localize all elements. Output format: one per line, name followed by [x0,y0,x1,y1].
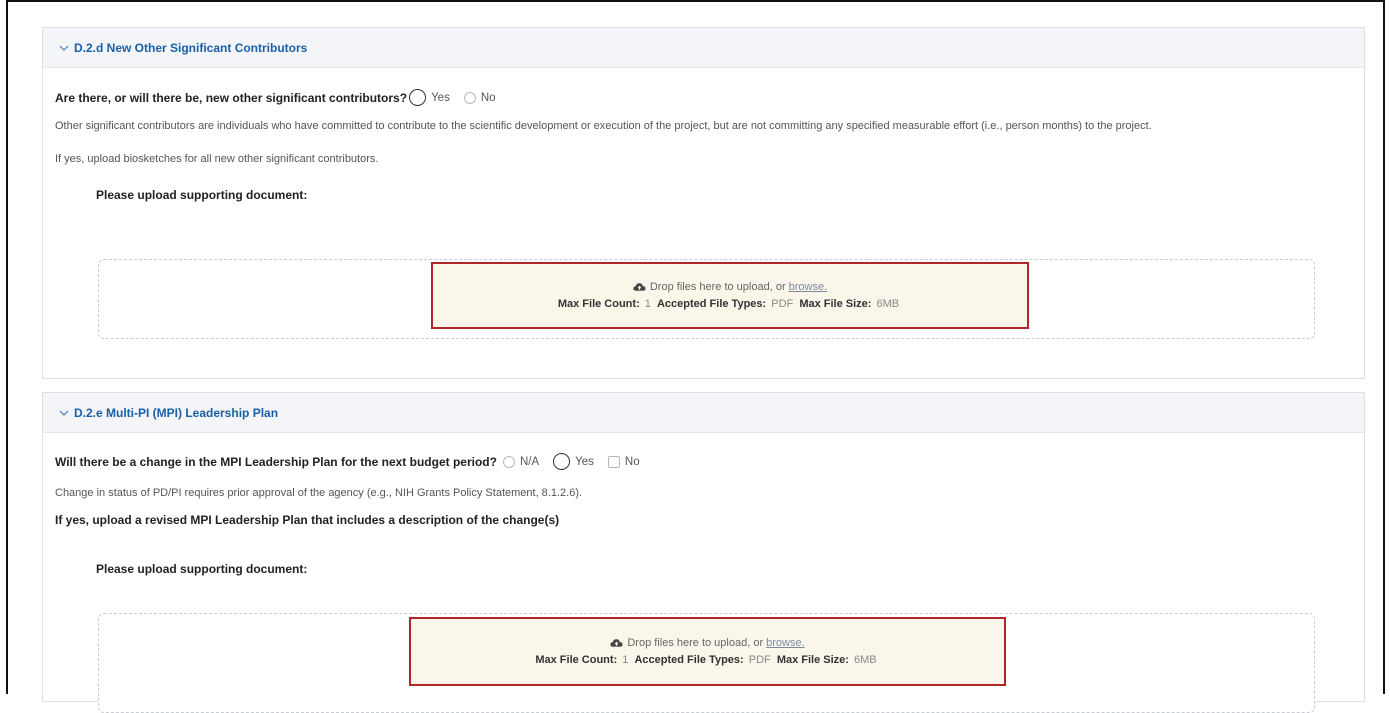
types-value: PDF [771,298,794,310]
file-dropzone[interactable]: Drop files here to upload, or browse. Ma… [98,613,1315,713]
max-count-value: 1 [644,298,651,310]
mpi-question: Will there be a change in the MPI Leader… [55,454,497,469]
radio-no-label: No [480,91,496,104]
radio-na-label: N/A [519,455,540,468]
browse-link[interactable]: browse. [766,637,805,649]
dropzone-highlight[interactable]: Drop files here to upload, or browse. Ma… [431,262,1029,329]
browse-link[interactable]: browse. [789,281,828,293]
cloud-upload-icon [610,639,623,647]
radio-circle[interactable] [409,89,427,106]
radio-circle[interactable] [553,453,571,470]
section-mpi-leadership-plan: D.2.e Multi-PI (MPI) Leadership Plan Wil… [42,392,1365,713]
section-title: D.2.e Multi-PI (MPI) Leadership Plan [74,405,279,420]
section-header-d2e[interactable]: D.2.e Multi-PI (MPI) Leadership Plan [43,393,1364,433]
radio-no[interactable]: No [463,91,496,104]
contributors-question: Are there, or will there be, new other s… [55,90,408,105]
cloud-upload-icon [633,283,646,291]
mpi-instruction: If yes, upload a revised MPI Leadership … [55,513,560,527]
max-count-label: Max File Count: [535,654,618,666]
contributors-question-row: Are there, or will there be, new other s… [55,89,1364,106]
max-count-value: 1 [622,654,629,666]
radio-na[interactable]: N/A [502,455,540,468]
contributors-instruction: If yes, upload biosketches for all new o… [55,153,379,165]
radio-yes[interactable]: Yes [553,453,594,470]
radio-yes-label: Yes [431,91,450,104]
radio-box[interactable] [607,455,620,468]
types-label: Accepted File Types: [634,654,744,666]
drop-text: Drop files here to upload, or [627,637,764,649]
radio-no-label: No [624,455,640,468]
section-new-other-significant-contributors: D.2.d New Other Significant Contributors… [42,27,1365,379]
file-dropzone[interactable]: Drop files here to upload, or browse. Ma… [98,259,1315,339]
types-label: Accepted File Types: [656,298,767,310]
mpi-question-row: Will there be a change in the MPI Leader… [55,453,1364,470]
chevron-down-icon [59,410,69,416]
size-label: Max File Size: [776,654,849,666]
size-value: 6MB [876,298,900,310]
dropzone-highlight[interactable]: Drop files here to upload, or browse. Ma… [409,617,1006,686]
drop-text: Drop files here to upload, or [649,281,786,293]
radio-yes[interactable]: Yes [409,89,450,106]
size-value: 6MB [854,654,877,666]
chevron-down-icon [59,45,69,51]
radio-circle[interactable] [502,455,515,468]
radio-yes-label: Yes [575,455,594,468]
mpi-description: Change in status of PD/PI requires prior… [55,487,583,499]
radio-no[interactable]: No [607,455,640,468]
page-frame: D.2.d New Other Significant Contributors… [6,0,1385,713]
upload-label: Please upload supporting document: [96,562,308,576]
upload-label: Please upload supporting document: [96,188,308,202]
section-title: D.2.d New Other Significant Contributors [74,40,308,55]
types-value: PDF [748,654,771,666]
size-label: Max File Size: [799,298,872,310]
contributors-description: Other significant contributors are indiv… [55,120,1152,132]
radio-circle[interactable] [463,91,476,104]
max-count-label: Max File Count: [557,298,640,310]
section-header-d2d[interactable]: D.2.d New Other Significant Contributors [43,28,1364,68]
